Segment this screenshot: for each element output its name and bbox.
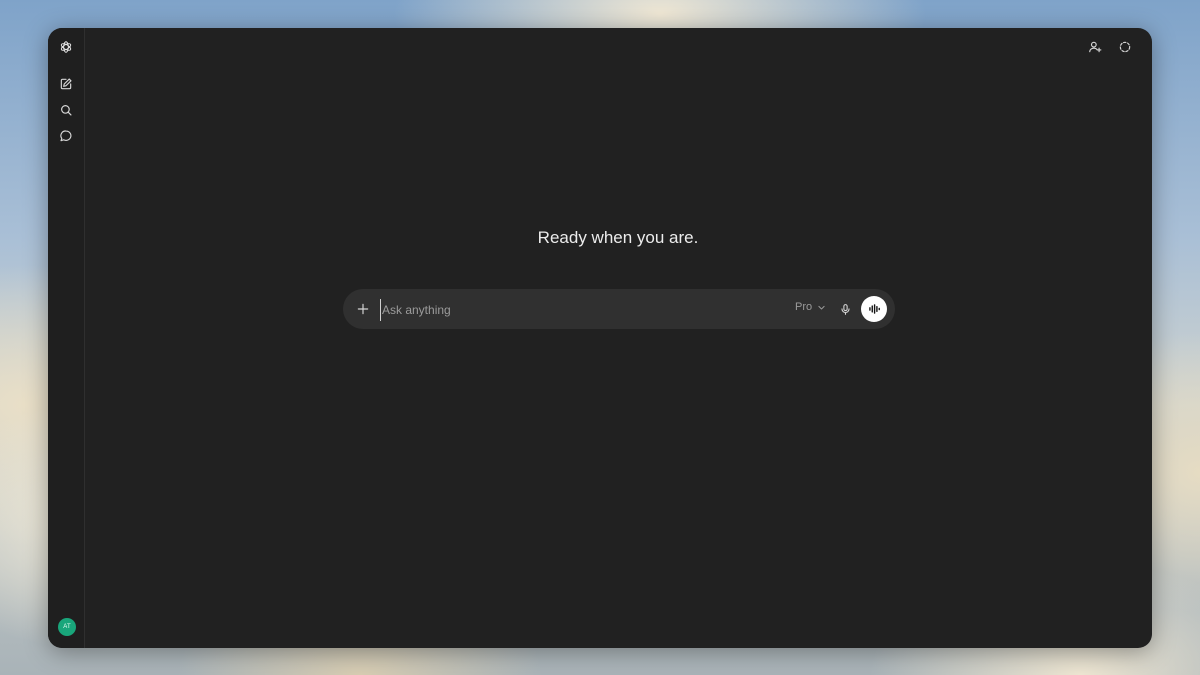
composer: Pro — [343, 289, 895, 329]
header-actions — [1086, 38, 1134, 56]
chat-app-window: AT Ready when you are. Pro — [48, 28, 1152, 648]
model-label: Pro — [795, 301, 813, 313]
add-attachment-button[interactable] — [353, 299, 373, 319]
openai-logo-icon[interactable] — [57, 38, 75, 56]
temporary-chat-icon[interactable] — [1116, 38, 1134, 56]
voice-mode-button[interactable] — [861, 296, 887, 322]
sidebar: AT — [48, 28, 85, 648]
prompt-input[interactable] — [380, 299, 774, 321]
chevron-down-icon — [818, 305, 825, 309]
search-icon[interactable] — [57, 101, 75, 119]
model-selector[interactable]: Pro — [795, 301, 826, 313]
microphone-icon — [840, 303, 850, 315]
voice-waveform-icon — [869, 304, 880, 314]
page-title: Ready when you are. — [537, 228, 699, 247]
chats-icon[interactable] — [57, 127, 75, 145]
avatar[interactable]: AT — [58, 618, 76, 636]
new-chat-icon[interactable] — [57, 75, 75, 93]
plus-icon — [357, 303, 369, 315]
add-person-icon[interactable] — [1086, 38, 1104, 56]
dictate-button[interactable] — [836, 300, 854, 318]
